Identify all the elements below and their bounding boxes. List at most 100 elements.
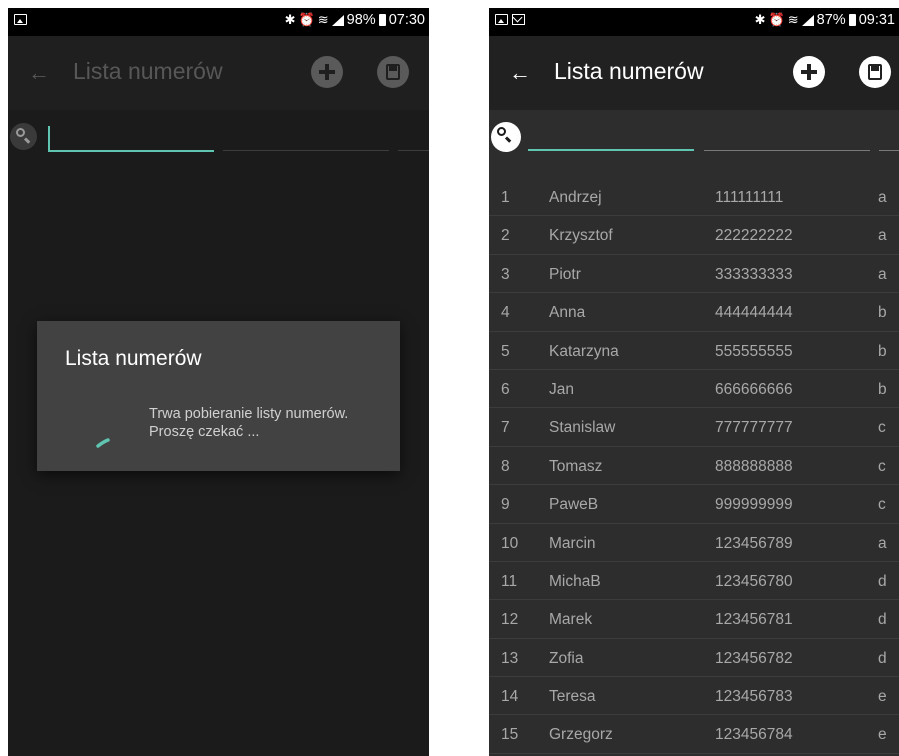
wifi-icon: ≋ <box>317 12 329 27</box>
list-item[interactable]: 11 MichaB 123456780 d <box>489 562 899 601</box>
save-button[interactable] <box>377 56 409 88</box>
bluetooth-icon: ✱ <box>284 12 296 27</box>
back-arrow-icon[interactable]: ← <box>509 62 531 84</box>
save-button[interactable] <box>859 56 891 88</box>
list-item[interactable]: 1 Andrzej 111111111 a <box>489 178 899 217</box>
group-label: d <box>878 572 887 590</box>
alarm-icon: ⏰ <box>768 12 785 27</box>
clock: 07:30 <box>388 12 425 28</box>
phone-number: 888888888 <box>715 457 793 475</box>
group-label: a <box>878 227 887 245</box>
list-item[interactable]: 9 PaweB 999999999 c <box>489 485 899 524</box>
contact-name: Krzysztof <box>549 227 613 245</box>
phone-number: 123456789 <box>715 534 793 552</box>
group-label: e <box>878 726 887 744</box>
numbers-list: 1 Andrzej 111111111 a 2 Krzysztof 222222222 a 3 P… <box>489 178 899 756</box>
row-index: 7 <box>501 419 510 437</box>
list-item[interactable]: 10 Marcin 123456789 a <box>489 524 899 562</box>
phone-number: 123456783 <box>715 688 793 706</box>
row-index: 9 <box>501 496 510 514</box>
list-item[interactable]: 4 Anna 444444444 b <box>489 293 899 332</box>
battery-percent: 87% <box>816 12 846 28</box>
group-label: d <box>878 611 887 629</box>
row-index: 2 <box>501 227 510 245</box>
phone-number: 999999999 <box>715 496 793 514</box>
row-index: 11 <box>501 572 518 590</box>
search-row <box>489 118 899 158</box>
row-index: 3 <box>501 265 510 283</box>
list-item[interactable]: 7 Stanislaw 777777777 c <box>489 408 899 447</box>
page-title: Lista numerów <box>554 58 704 84</box>
group-label: b <box>878 342 887 360</box>
filter-field-3[interactable] <box>879 150 899 151</box>
contact-name: Tomasz <box>549 457 603 475</box>
phone-number: 123456780 <box>715 572 793 590</box>
dialog-message: Trwa pobieranie listy numerów. Proszę cz… <box>149 406 349 440</box>
contact-name: Marcin <box>549 534 596 552</box>
battery-icon <box>378 14 386 26</box>
group-label: c <box>878 419 886 437</box>
group-label: d <box>878 649 887 667</box>
group-label: e <box>878 688 887 706</box>
list-item[interactable]: 3 Piotr 333333333 a <box>489 255 899 294</box>
phone-number: 222222222 <box>715 227 793 245</box>
contact-name: Teresa <box>549 688 596 706</box>
toolbar: ← Lista numerów <box>489 36 899 110</box>
bluetooth-icon: ✱ <box>754 12 766 27</box>
back-arrow-icon[interactable]: ← <box>28 62 50 84</box>
phone-number: 666666666 <box>715 380 793 398</box>
group-label: c <box>878 457 886 475</box>
list-item[interactable]: 5 Katarzyna 555555555 b <box>489 332 899 370</box>
search-icon[interactable] <box>491 122 521 152</box>
phone-number: 111111111 <box>715 189 784 206</box>
add-button[interactable] <box>311 56 343 88</box>
group-label: c <box>878 496 886 514</box>
list-item[interactable]: 2 Krzysztof 222222222 a <box>489 216 899 255</box>
add-button[interactable] <box>793 56 825 88</box>
phone-number: 555555555 <box>715 342 793 360</box>
mail-notification-icon <box>512 14 525 25</box>
list-item[interactable]: 15 Grzegorz 123456784 e <box>489 715 899 754</box>
row-index: 4 <box>501 304 510 322</box>
contact-name: Stanislaw <box>549 419 616 437</box>
row-index: 12 <box>501 611 519 629</box>
left-phone-screen: ✱ ⏰ ≋ 98% 07:30 ← Lista numerów Lista nu… <box>8 8 429 756</box>
contact-name: Grzegorz <box>549 726 613 744</box>
wifi-icon: ≋ <box>787 12 799 27</box>
battery-percent: 98% <box>346 12 376 28</box>
contact-name: Piotr <box>549 265 581 283</box>
filter-field-2[interactable] <box>223 150 389 151</box>
signal-icon <box>801 14 814 26</box>
search-row <box>8 118 429 158</box>
group-label: a <box>878 534 887 552</box>
contact-name: Jan <box>549 380 574 398</box>
search-icon[interactable] <box>10 123 37 150</box>
list-item[interactable]: 6 Jan 666666666 b <box>489 370 899 409</box>
text-cursor <box>48 126 50 150</box>
dialog-title: Lista numerów <box>65 347 202 370</box>
page-title: Lista numerów <box>73 58 223 84</box>
row-index: 1 <box>501 189 510 206</box>
filter-field-2[interactable] <box>704 150 870 151</box>
row-index: 10 <box>501 534 519 552</box>
loading-spinner-icon <box>96 438 110 448</box>
loading-dialog: Lista numerów Trwa pobieranie listy nume… <box>37 321 400 471</box>
phone-number: 333333333 <box>715 265 793 283</box>
status-bar: ✱ ⏰ ≋ 98% 07:30 <box>8 8 429 36</box>
right-phone-screen: ✱ ⏰ ≋ 87% 09:31 ← Lista numerów 1 Andrzej… <box>489 8 899 756</box>
image-notification-icon <box>14 14 27 25</box>
toolbar: ← Lista numerów <box>8 36 429 110</box>
search-input[interactable] <box>48 150 214 152</box>
list-item[interactable]: 13 Zofia 123456782 d <box>489 639 899 678</box>
signal-icon <box>331 14 344 26</box>
list-item[interactable]: 8 Tomasz 888888888 c <box>489 447 899 486</box>
contact-name: Katarzyna <box>549 342 619 360</box>
status-bar: ✱ ⏰ ≋ 87% 09:31 <box>489 8 899 36</box>
list-item[interactable]: 12 Marek 123456781 d <box>489 600 899 639</box>
group-label: a <box>878 265 887 283</box>
filter-field-3[interactable] <box>398 150 429 151</box>
search-input[interactable] <box>528 149 694 151</box>
phone-number: 123456781 <box>715 611 793 629</box>
row-index: 6 <box>501 380 510 398</box>
list-item[interactable]: 14 Teresa 123456783 e <box>489 677 899 716</box>
